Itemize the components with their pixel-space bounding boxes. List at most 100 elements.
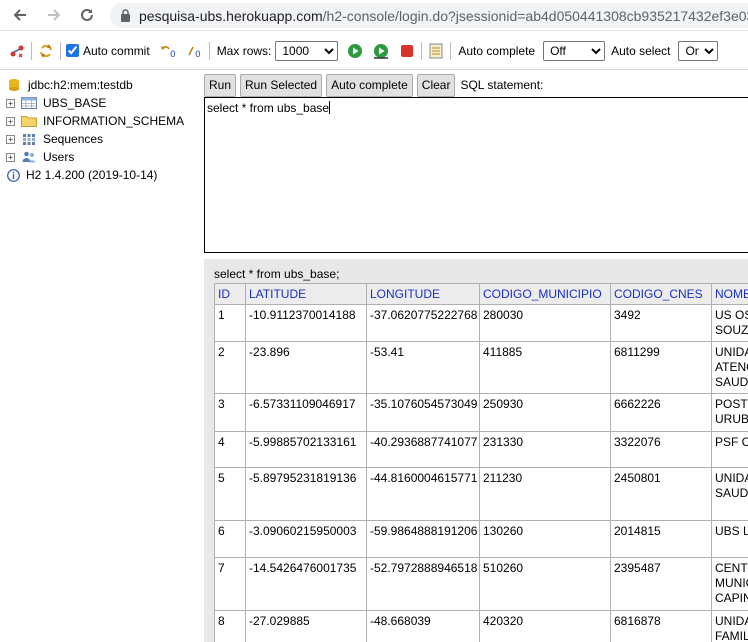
tree-item-connection[interactable]: jdbc:h2:mem:testdb (6, 76, 133, 94)
toolbar-divider (421, 41, 423, 60)
rollback-icon[interactable]: 0 (160, 42, 178, 60)
tree-label: INFORMATION_SCHEMA (43, 114, 185, 128)
table-cell: US OS SOUZ (711, 304, 748, 342)
table-row: 4 -5.99885702133161 -40.2936887741077 23133… (214, 431, 748, 468)
table-cell: 6 (214, 520, 246, 558)
database-icon (6, 78, 22, 92)
expand-icon[interactable]: + (6, 116, 15, 126)
commit-icon[interactable]: 0 (186, 42, 204, 60)
table-cell: 231330 (479, 431, 611, 468)
column-header-codigo-municipio[interactable]: CODIGO_MUNICIPIO (479, 283, 611, 305)
table-cell: 2 (214, 341, 246, 394)
table-cell: -59.9864888191206 (366, 520, 480, 558)
clear-button[interactable]: Clear (416, 73, 456, 97)
toolbar-divider (31, 41, 32, 60)
table-cell: 1 (214, 304, 246, 342)
auto-select-label: Auto select (611, 43, 671, 58)
tree-item-sequences[interactable]: + Sequences (6, 130, 103, 148)
tree-label: UBS_BASE (43, 96, 107, 110)
forward-arrow-icon[interactable] (42, 3, 66, 27)
table-cell: CENT MUNIC CAPIN (711, 557, 748, 611)
folder-icon (21, 114, 37, 128)
schema-tree: jdbc:h2:mem:testdb + UBS_BASE + INFORMAT… (0, 72, 204, 642)
tree-label: H2 1.4.200 (2019-10-14) (26, 168, 158, 182)
results-table: ID LATITUDE LONGITUDE CODIGO_MUNICIPIO C… (214, 283, 748, 642)
table-cell: -40.2936887741077 (366, 431, 480, 468)
table-icon (21, 96, 37, 110)
history-icon[interactable] (427, 42, 445, 60)
users-icon (21, 150, 37, 164)
address-bar[interactable]: pesquisa-ubs.herokuapp.com/h2-console/lo… (110, 3, 748, 28)
expand-icon[interactable]: + (6, 152, 15, 162)
table-cell: -44.8160004615771 (366, 467, 480, 521)
column-header-nome[interactable]: NOME (711, 283, 748, 305)
table-row: 8-27.029885-48.6680394203206816878UNIDA … (214, 610, 748, 642)
table-cell: -27.029885 (245, 610, 367, 642)
tree-item-users[interactable]: + Users (6, 148, 74, 166)
svg-text:0: 0 (170, 50, 176, 59)
table-cell: 2450801 (610, 467, 712, 521)
table-cell: 7 (214, 557, 246, 611)
table-cell: 5 (214, 467, 246, 521)
table-cell: 510260 (479, 557, 611, 611)
browser-bar: pesquisa-ubs.herokuapp.com/h2-console/lo… (0, 0, 748, 31)
sql-text: select * from ubs_base (207, 101, 330, 115)
table-cell: -53.41 (366, 341, 480, 394)
table-row: 7 -14.5426476001735 -52.7972888946518 51026… (214, 557, 748, 611)
toolbar-divider (208, 41, 210, 60)
lock-icon[interactable] (120, 9, 131, 22)
max-rows-select[interactable]: 1000 (275, 40, 339, 61)
tree-item-information-schema[interactable]: + INFORMATION_SCHEMA (6, 112, 184, 130)
sequence-icon (21, 132, 37, 146)
stop-icon[interactable] (398, 42, 416, 60)
toolbar-divider (450, 41, 452, 60)
table-row: 5 -5.89795231819136 -44.8160004615771 21123… (214, 467, 748, 521)
table-cell: -48.668039 (366, 610, 480, 642)
tree-item-ubs-base[interactable]: + UBS_BASE (6, 94, 106, 112)
table-cell: 3492 (610, 304, 712, 342)
column-header-longitude[interactable]: LONGITUDE (366, 283, 480, 305)
table-row: 3 -6.57331109046917 -35.1076054573049 25093… (214, 393, 748, 432)
table-cell: -5.99885702133161 (245, 431, 367, 468)
column-header-id[interactable]: ID (214, 283, 246, 305)
auto-select-select[interactable]: On (678, 40, 719, 61)
tree-label: Sequences (43, 132, 104, 146)
table-cell: 411885 (479, 341, 611, 394)
disconnect-icon[interactable] (8, 42, 26, 60)
auto-complete-select[interactable]: Off (543, 40, 606, 61)
table-cell: POST URUB (711, 393, 748, 432)
back-arrow-icon[interactable] (8, 3, 32, 27)
table-row: 1 -10.9112370014188 -37.0620775222768 28003… (214, 304, 748, 342)
table-cell: UNIDA ATENC SAUD (711, 341, 748, 394)
sql-editor[interactable]: select * from ubs_base (204, 97, 748, 253)
table-header-row: ID LATITUDE LONGITUDE CODIGO_MUNICIPIO C… (214, 283, 748, 305)
text-cursor (329, 101, 331, 114)
table-cell: 8 (214, 610, 246, 642)
expand-icon[interactable]: + (6, 134, 15, 144)
tree-item-version: H2 1.4.200 (2019-10-14) (6, 166, 157, 184)
query-toolbar: Run Run Selected Auto complete Clear SQL… (204, 73, 543, 97)
run-button[interactable]: Run (204, 73, 237, 97)
url-host: pesquisa-ubs.herokuapp.com (139, 7, 323, 24)
reload-icon[interactable] (75, 3, 99, 27)
table-cell: -6.57331109046917 (245, 393, 367, 432)
column-header-codigo-cnes[interactable]: CODIGO_CNES (610, 283, 712, 305)
run-icon[interactable] (346, 42, 364, 60)
result-caption: select * from ubs_base; (214, 267, 340, 281)
table-cell: UNIDA SAUD (711, 467, 748, 521)
run-selected-icon[interactable] (372, 42, 390, 60)
auto-complete-button[interactable]: Auto complete (326, 73, 413, 97)
table-cell: -35.1076054573049 (366, 393, 480, 432)
auto-commit-checkbox[interactable] (66, 44, 79, 57)
table-cell: UBS L (711, 520, 748, 558)
column-header-latitude[interactable]: LATITUDE (245, 283, 367, 305)
table-cell: 130260 (479, 520, 611, 558)
table-cell: 250930 (479, 393, 611, 432)
table-cell: 6816878 (610, 610, 712, 642)
refresh-icon[interactable] (37, 42, 55, 60)
expand-icon[interactable]: + (6, 98, 15, 108)
run-selected-button[interactable]: Run Selected (240, 73, 323, 97)
table-cell: -5.89795231819136 (245, 467, 367, 521)
table-cell: -14.5426476001735 (245, 557, 367, 611)
table-cell: 280030 (479, 304, 611, 342)
